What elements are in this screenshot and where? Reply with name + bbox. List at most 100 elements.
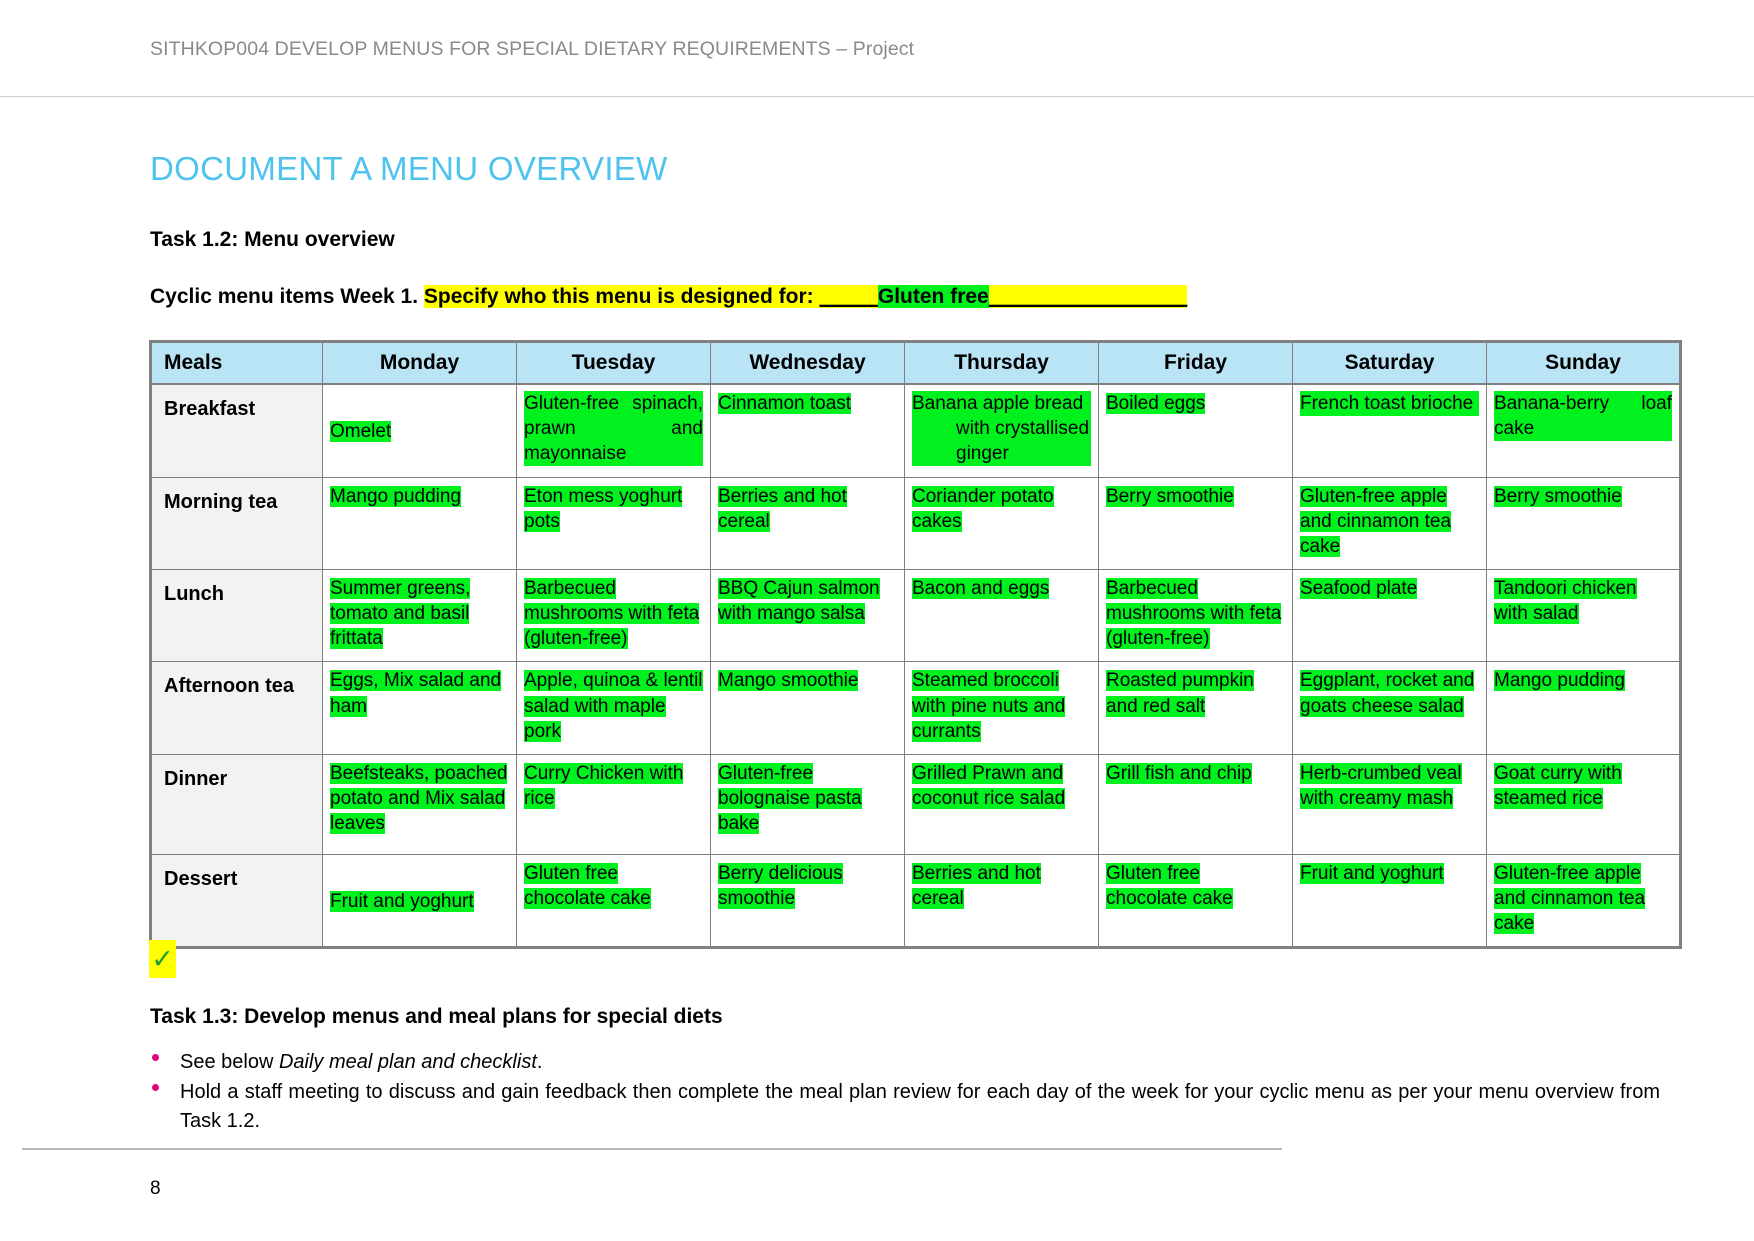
cyclic-menu-prefix: Cyclic menu items Week 1. <box>150 285 424 308</box>
meal-label: Morning tea <box>151 478 323 570</box>
list-item: Hold a staff meeting to discuss and gain… <box>150 1078 1660 1135</box>
menu-item-text: Roasted pumpkin and red salt <box>1106 670 1254 716</box>
menu-item-text: Banana-berry loaf cake <box>1494 391 1672 441</box>
menu-cell[interactable]: Fruit and yoghurt <box>1293 854 1487 947</box>
menu-item-text: Gluten free chocolate cake <box>524 863 651 909</box>
menu-item-text: Goat curry with steamed rice <box>1494 763 1622 809</box>
bullet-dot-icon <box>152 1084 159 1091</box>
menu-item-text: Grill fish and chip <box>1106 763 1252 784</box>
menu-item-text: Berry smoothie <box>1494 486 1622 507</box>
menu-cell[interactable]: Fruit and yoghurt <box>323 854 517 947</box>
page-number: 8 <box>150 1178 161 1200</box>
menu-cell[interactable]: Apple, quinoa & lentil salad with maple … <box>517 662 711 754</box>
menu-cell[interactable]: Berry delicious smoothie <box>711 854 905 947</box>
menu-item-text: Omelet <box>330 421 391 442</box>
menu-cell[interactable]: Herb-crumbed veal with creamy mash <box>1293 754 1487 854</box>
menu-item-text: Gluten free chocolate cake <box>1106 863 1233 909</box>
meal-label: Lunch <box>151 570 323 662</box>
meal-label: Breakfast <box>151 384 323 478</box>
menu-cell[interactable]: Coriander potato cakes <box>905 478 1099 570</box>
menu-cell[interactable]: Mango pudding <box>1487 662 1681 754</box>
menu-item-text: Summer greens, tomato and basil frittata <box>330 578 470 649</box>
page-title: DOCUMENT A MENU OVERVIEW <box>150 150 668 188</box>
running-header-title: SITHKOP004 DEVELOP MENUS FOR SPECIAL DIE… <box>150 38 914 61</box>
menu-overview-table: Meals Monday Tuesday Wednesday Thursday … <box>149 340 1682 949</box>
menu-cell[interactable]: Summer greens, tomato and basil frittata <box>323 570 517 662</box>
menu-cell[interactable]: Gluten-free apple and cinnamon tea cake <box>1487 854 1681 947</box>
menu-cell[interactable]: Berry smoothie <box>1487 478 1681 570</box>
menu-cell[interactable]: Barbecued mushrooms with feta (gluten-fr… <box>517 570 711 662</box>
answer-blank-before: _____ <box>819 285 877 308</box>
menu-cell[interactable]: Goat curry with steamed rice <box>1487 754 1681 854</box>
answer-blank-after: _________________ <box>989 285 1188 308</box>
menu-item-text: Eton mess yoghurt pots <box>524 486 682 532</box>
list-item-text: Hold a staff meeting to discuss and gain… <box>180 1078 1660 1135</box>
column-header-sunday: Sunday <box>1487 342 1681 384</box>
menu-cell[interactable]: Banana apple bread with crystallised gin… <box>905 384 1099 478</box>
menu-cell[interactable]: Gluten free chocolate cake <box>517 854 711 947</box>
menu-cell[interactable]: Beefsteaks, poached potato and Mix salad… <box>323 754 517 854</box>
menu-item-text: Gluten-free bolognaise pasta bake <box>718 763 862 834</box>
column-header-saturday: Saturday <box>1293 342 1487 384</box>
table-row: Afternoon tea Eggs, Mix salad and ham Ap… <box>151 662 1681 754</box>
meal-label: Dessert <box>151 854 323 947</box>
menu-cell[interactable]: Seafood plate <box>1293 570 1487 662</box>
footer-divider <box>22 1148 1282 1150</box>
menu-cell[interactable]: Berry smoothie <box>1099 478 1293 570</box>
column-header-friday: Friday <box>1099 342 1293 384</box>
table-row: Morning tea Mango pudding Eton mess yogh… <box>151 478 1681 570</box>
menu-cell[interactable]: Omelet <box>323 384 517 478</box>
menu-item-text: Berries and hot cereal <box>912 863 1041 909</box>
menu-cell[interactable]: Boiled eggs <box>1099 384 1293 478</box>
menu-item-text: BBQ Cajun salmon with mango salsa <box>718 578 880 624</box>
menu-item-text: Fruit and yoghurt <box>330 891 474 912</box>
menu-cell[interactable]: Gluten free chocolate cake <box>1099 854 1293 947</box>
table-row: Dessert Fruit and yoghurt Gluten free ch… <box>151 854 1681 947</box>
menu-item-text: Berries and hot cereal <box>718 486 847 532</box>
menu-cell[interactable]: Berries and hot cereal <box>711 478 905 570</box>
list-item: See below Daily meal plan and checklist. <box>150 1048 1660 1076</box>
menu-cell[interactable]: Roasted pumpkin and red salt <box>1099 662 1293 754</box>
menu-cell[interactable]: Banana-berry loaf cake <box>1487 384 1681 478</box>
menu-item-text: Mango smoothie <box>718 670 858 691</box>
menu-item-text: Mango pudding <box>1494 670 1625 691</box>
menu-item-text: Eggplant, rocket and goats cheese salad <box>1300 670 1474 716</box>
menu-item-text: Bacon and eggs <box>912 578 1049 599</box>
menu-cell[interactable]: Grill fish and chip <box>1099 754 1293 854</box>
menu-cell[interactable]: Mango pudding <box>323 478 517 570</box>
menu-cell[interactable]: Curry Chicken with rice <box>517 754 711 854</box>
menu-cell[interactable]: Cinnamon toast <box>711 384 905 478</box>
menu-cell[interactable]: Steamed broccoli with pine nuts and curr… <box>905 662 1099 754</box>
task-1-2-heading: Task 1.2: Menu overview <box>150 228 395 252</box>
menu-cell[interactable]: Gluten-free bolognaise pasta bake <box>711 754 905 854</box>
menu-item-text: Curry Chicken with rice <box>524 763 683 809</box>
menu-item-text: Fruit and yoghurt <box>1300 863 1444 884</box>
menu-cell[interactable]: Berries and hot cereal <box>905 854 1099 947</box>
table-row: Lunch Summer greens, tomato and basil fr… <box>151 570 1681 662</box>
meal-label: Afternoon tea <box>151 662 323 754</box>
menu-cell[interactable]: Gluten-free apple and cinnamon tea cake <box>1293 478 1487 570</box>
menu-cell[interactable]: Eggplant, rocket and goats cheese salad <box>1293 662 1487 754</box>
menu-cell[interactable]: BBQ Cajun salmon with mango salsa <box>711 570 905 662</box>
menu-item-text: Cinnamon toast <box>718 393 851 414</box>
menu-cell[interactable]: Eggs, Mix salad and ham <box>323 662 517 754</box>
menu-cell[interactable]: Mango smoothie <box>711 662 905 754</box>
menu-cell[interactable]: Eton mess yoghurt pots <box>517 478 711 570</box>
menu-cell[interactable]: Tandoori chicken with salad <box>1487 570 1681 662</box>
menu-cell[interactable]: Bacon and eggs <box>905 570 1099 662</box>
document-running-header: SITHKOP004 DEVELOP MENUS FOR SPECIAL DIE… <box>0 0 1754 97</box>
menu-item-text: Steamed broccoli with pine nuts and curr… <box>912 670 1065 741</box>
column-header-meals: Meals <box>151 342 323 384</box>
menu-audience-answer: Gluten free <box>878 285 989 308</box>
menu-cell[interactable]: Barbecued mushrooms with feta (gluten-fr… <box>1099 570 1293 662</box>
menu-cell[interactable]: Grilled Prawn and coconut rice salad <box>905 754 1099 854</box>
bullet-dot-icon <box>152 1054 159 1061</box>
bullet-1-suffix: . <box>537 1051 543 1073</box>
menu-cell[interactable]: Gluten-free spinach, prawn and mayonnais… <box>517 384 711 478</box>
list-item-text: See below Daily meal plan and checklist. <box>180 1051 542 1073</box>
column-header-thursday: Thursday <box>905 342 1099 384</box>
menu-item-text: Boiled eggs <box>1106 393 1205 414</box>
menu-cell[interactable]: French toast brioche <box>1293 384 1487 478</box>
column-header-tuesday: Tuesday <box>517 342 711 384</box>
menu-item-text: Eggs, Mix salad and ham <box>330 670 501 716</box>
